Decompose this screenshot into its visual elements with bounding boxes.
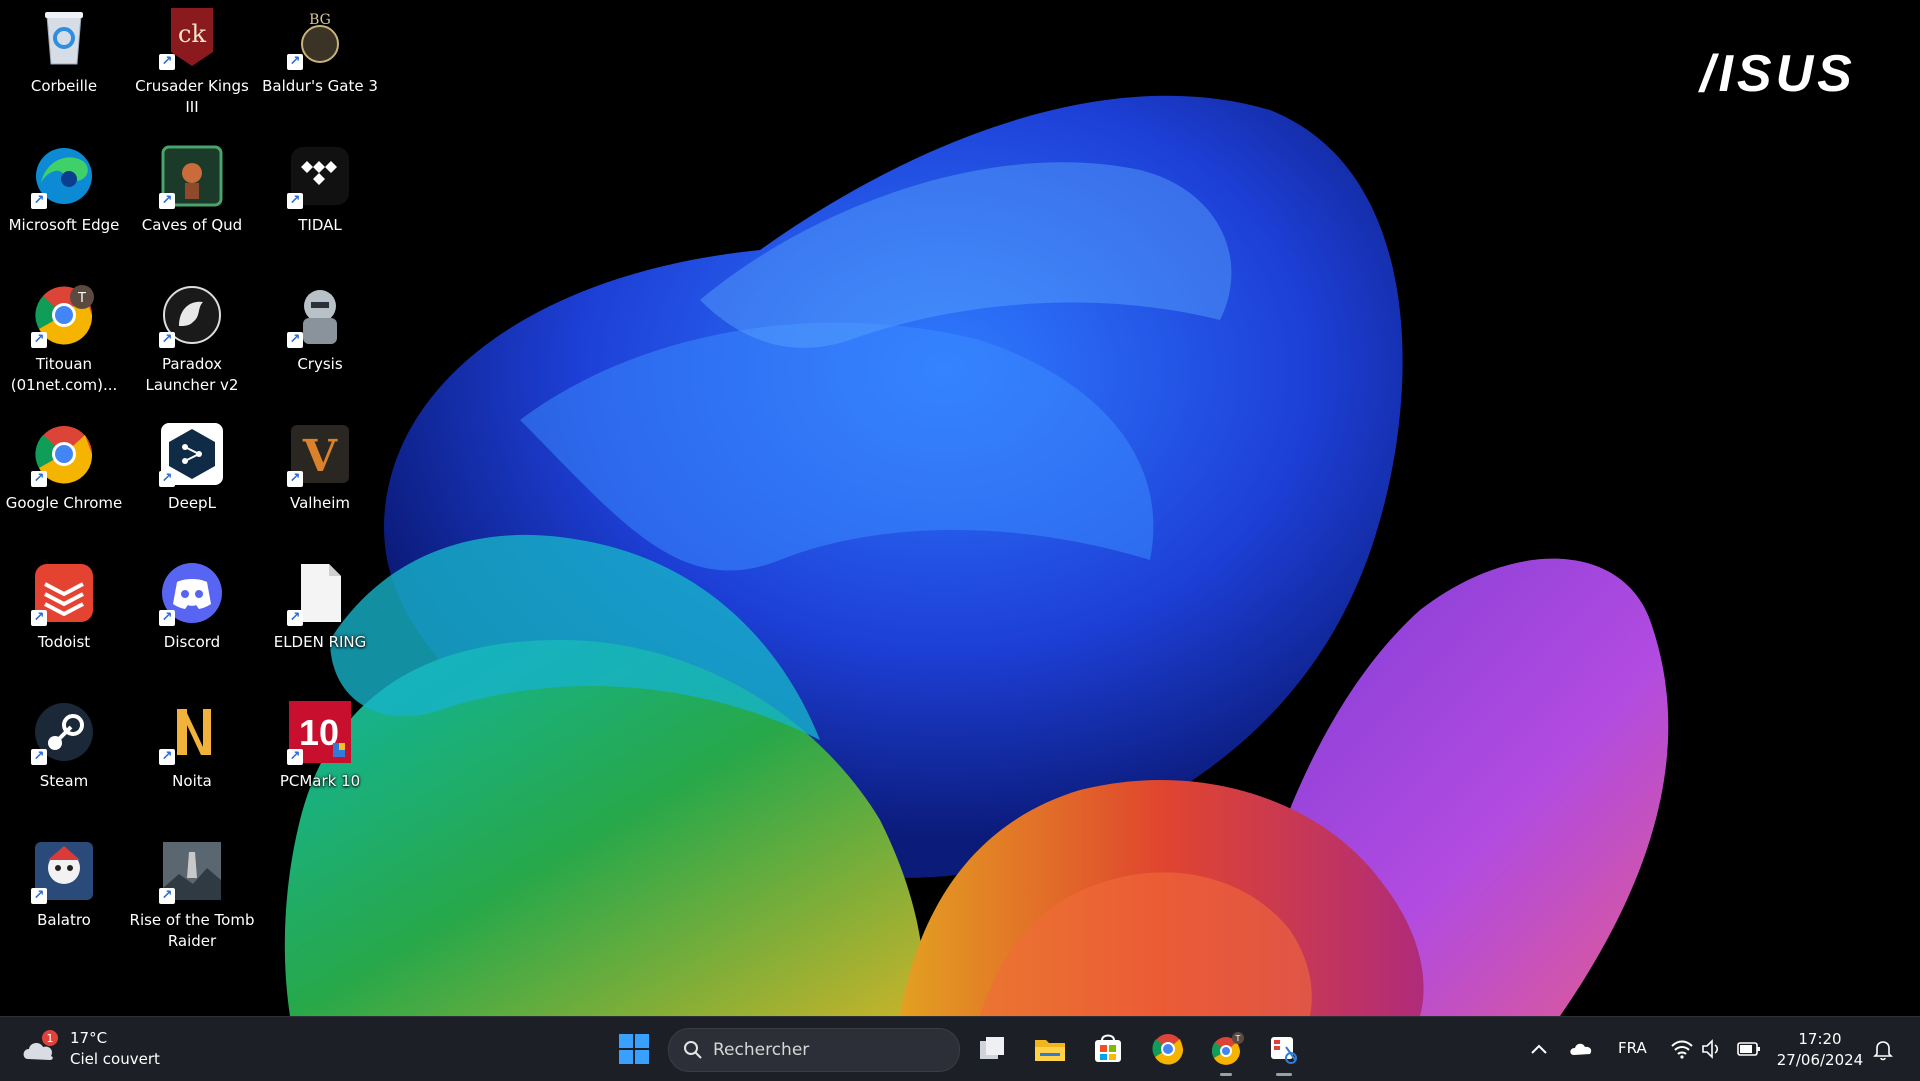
shortcut-arrow-icon: ↗: [287, 610, 303, 626]
shortcut-arrow-icon: ↗: [159, 54, 175, 70]
desktop-icon-crusader-kings[interactable]: ck ↗ Crusader Kings III: [128, 0, 256, 136]
svg-text:1: 1: [47, 1032, 54, 1045]
desktop-icon-baldurs-gate[interactable]: BG ↗ Baldur's Gate 3: [256, 0, 384, 136]
taskbar: 1 17°C Ciel couvert T: [0, 1016, 1920, 1081]
snipping-tool-icon[interactable]: [1266, 1031, 1302, 1067]
windows-start-icon[interactable]: [618, 1033, 650, 1065]
task-view-icon[interactable]: [974, 1031, 1010, 1067]
language-indicator[interactable]: FRA: [1618, 1039, 1647, 1067]
desktop-icon-tidal[interactable]: ↗ TIDAL: [256, 139, 384, 275]
shortcut-arrow-icon: ↗: [159, 888, 175, 904]
search-box[interactable]: [668, 1028, 960, 1072]
chrome-icon[interactable]: [1150, 1031, 1186, 1067]
desktop-icon-chrome[interactable]: ↗ Google Chrome: [0, 417, 128, 553]
onedrive-cloud-icon[interactable]: [1568, 1035, 1594, 1063]
desktop-icon-paradox[interactable]: ↗ Paradox Launcher v2: [128, 278, 256, 414]
chevron-up-icon[interactable]: [1528, 1035, 1550, 1063]
store-icon[interactable]: [1090, 1031, 1126, 1067]
desktop-icon-edge[interactable]: ↗ Microsoft Edge: [0, 139, 128, 275]
clock-date: 27/06/2024: [1776, 1051, 1864, 1069]
svg-text:T: T: [77, 291, 86, 306]
shortcut-arrow-icon: ↗: [31, 888, 47, 904]
svg-text:ck: ck: [178, 20, 206, 48]
shortcut-arrow-icon: ↗: [287, 471, 303, 487]
shortcut-arrow-icon: ↗: [159, 332, 175, 348]
shortcut-arrow-icon: ↗: [159, 193, 175, 209]
folder-icon[interactable]: [1032, 1031, 1068, 1067]
desktop-icon-steam[interactable]: ↗ Steam: [0, 695, 128, 831]
desktop-icon-chrome-titouan[interactable]: T ↗ Titouan (01net.com)...: [0, 278, 128, 414]
desktop-icon-balatro[interactable]: ↗ Balatro: [0, 834, 128, 970]
shortcut-arrow-icon: ↗: [287, 193, 303, 209]
shortcut-arrow-icon: ↗: [287, 332, 303, 348]
svg-text:T: T: [1235, 1034, 1241, 1043]
volume-icon[interactable]: [1700, 1035, 1722, 1063]
recycle-bin-icon: [45, 12, 83, 65]
cloudy-weather-icon: 1: [23, 1030, 58, 1060]
battery-icon[interactable]: [1736, 1035, 1762, 1063]
running-indicator: [1220, 1073, 1232, 1076]
desktop-icon-corbeille[interactable]: Corbeille: [0, 0, 128, 136]
desktop-icon-elden-ring[interactable]: ↗ ELDEN RING: [256, 556, 384, 692]
running-indicator: [1276, 1073, 1292, 1076]
desktop-icon-deepl[interactable]: ↗ DeepL: [128, 417, 256, 553]
notification-bell-icon[interactable]: [1872, 1035, 1894, 1063]
shortcut-arrow-icon: ↗: [287, 54, 303, 70]
clock[interactable]: 17:20 27/06/2024: [1776, 1029, 1864, 1071]
desktop-icon-tomb-raider[interactable]: ↗ Rise of the Tomb Raider: [128, 834, 256, 970]
shortcut-arrow-icon: ↗: [31, 332, 47, 348]
desktop-icon-pcmark[interactable]: 10 ↗ PCMark 10: [256, 695, 384, 831]
desktop-icon-todoist[interactable]: ↗ Todoist: [0, 556, 128, 692]
svg-text:V: V: [302, 431, 338, 482]
wifi-icon[interactable]: [1670, 1035, 1694, 1063]
search-icon: [683, 1040, 703, 1060]
desktop-icon-valheim[interactable]: V ↗ Valheim: [256, 417, 384, 553]
clock-time: 17:20: [1798, 1030, 1842, 1048]
weather-condition: Ciel couvert: [70, 1050, 160, 1068]
shortcut-arrow-icon: ↗: [159, 471, 175, 487]
weather-temp: 17°C: [70, 1029, 108, 1047]
desktop-icon-crysis[interactable]: ↗ Crysis: [256, 278, 384, 414]
search-input[interactable]: [711, 1039, 935, 1061]
shortcut-arrow-icon: ↗: [287, 749, 303, 765]
desktop-icon-noita[interactable]: ↗ Noita: [128, 695, 256, 831]
shortcut-arrow-icon: ↗: [31, 749, 47, 765]
shortcut-arrow-icon: ↗: [31, 471, 47, 487]
asus-logo: /ISUS: [1700, 45, 1856, 103]
svg-text:BG: BG: [309, 12, 331, 28]
shortcut-arrow-icon: ↗: [31, 193, 47, 209]
shortcut-arrow-icon: ↗: [31, 610, 47, 626]
shortcut-arrow-icon: ↗: [159, 610, 175, 626]
shortcut-arrow-icon: ↗: [159, 749, 175, 765]
chrome-profile-icon[interactable]: T: [1208, 1031, 1244, 1067]
desktop-icon-discord[interactable]: ↗ Discord: [128, 556, 256, 692]
weather-widget[interactable]: 1 17°C Ciel couvert: [20, 1027, 160, 1071]
desktop-icon-caves-of-qud[interactable]: ↗ Caves of Qud: [128, 139, 256, 275]
